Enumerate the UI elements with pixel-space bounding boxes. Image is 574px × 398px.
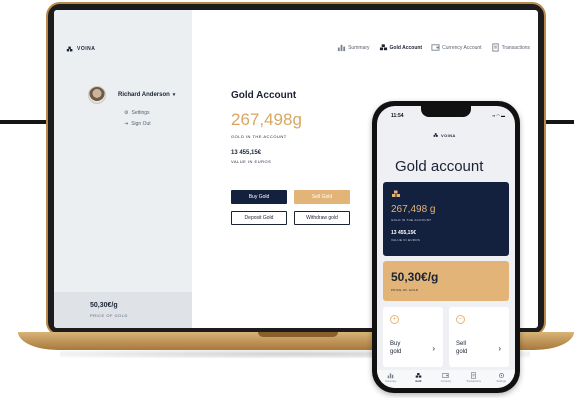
deposit-gold-button[interactable]: Deposit Gold [231, 211, 287, 225]
gold-price-value: 50,30€/g [90, 302, 118, 309]
minus-circle-icon: − [456, 315, 465, 324]
euro-value-label: VALUE IN EUROS [231, 159, 272, 164]
nav-summary-label: Summary [348, 44, 370, 51]
tab-currency-label: Currency [440, 380, 452, 383]
tab-summary[interactable]: Summary [380, 372, 402, 383]
gold-amount-label: GOLD IN THE ACCOUNT [231, 134, 287, 139]
phone-gold-price-value: 50,30€/g [391, 270, 439, 284]
tab-transactions-label: Transactions [466, 380, 481, 383]
nav-gold-account-label: Gold Account [389, 44, 423, 51]
sign-out-link[interactable]: ⇥ Sign Out [124, 121, 151, 127]
gold-price-label: PRICE OF GOLD [90, 313, 128, 318]
phone-gold-label: GOLD IN THE ACCOUNT [391, 218, 432, 222]
buy-gold-button[interactable]: Buy Gold [231, 190, 287, 204]
tab-settings[interactable]: Settings [490, 372, 512, 383]
settings-link[interactable]: ⚙ Settings [124, 110, 150, 116]
laptop-base-notch [258, 332, 338, 337]
status-icons: ▪▪ ◠ ▬ [492, 113, 505, 118]
bar-chart-icon [337, 44, 346, 52]
tab-settings-label: Settings [496, 380, 506, 383]
sidebar: VOINA Richard Anderson ▾ ⚙ Settings ⇥ Sig… [54, 10, 192, 328]
decorative-line-left [0, 120, 46, 124]
phone-frame: 11:54 ▪▪ ◠ ▬ VOINA Gold account 267,498 … [372, 101, 520, 393]
phone-euro-value: 13 455,15€ [391, 230, 417, 236]
brand-name: VOINA [77, 46, 96, 52]
tab-currency[interactable]: Currency [435, 372, 457, 383]
sell-gold-button[interactable]: Sell Gold [294, 190, 350, 204]
phone-euro-label: VALUE IN EUROS [391, 238, 421, 242]
tab-gold[interactable]: Gold [407, 372, 429, 383]
plus-circle-icon: + [390, 315, 399, 324]
gear-icon [498, 372, 504, 379]
sign-out-label: Sign Out [131, 121, 151, 127]
user-menu-toggle[interactable]: Richard Anderson ▾ [118, 92, 175, 98]
mockup-stage: VOINA Richard Anderson ▾ ⚙ Settings ⇥ Sig… [0, 0, 574, 398]
nav-transactions[interactable]: Transactions [491, 43, 530, 52]
tab-transactions[interactable]: Transactions [463, 372, 485, 383]
nav-summary[interactable]: Summary [337, 43, 370, 52]
phone-gold-amount: 267,498 g [391, 204, 436, 215]
tab-summary-label: Summary [385, 380, 397, 383]
bar-chart-icon [387, 373, 394, 379]
user-name: Richard Anderson [118, 92, 170, 98]
buy-gold-tile[interactable]: + Buy gold › [383, 307, 443, 367]
gold-price-card: 50,30€/g PRICE OF GOLD [383, 261, 509, 301]
nav-currency-account-label: Currency Account [442, 44, 482, 51]
page-title: Gold Account [231, 90, 297, 101]
brand-logo[interactable]: VOINA [66, 45, 95, 53]
nav-gold-account[interactable]: Gold Account [379, 43, 423, 52]
chevron-right-icon: › [432, 344, 435, 353]
phone-brand-name: VOINA [441, 132, 456, 138]
buy-gold-tile-label: Buy gold [390, 341, 402, 355]
gold-amount: 267,498g [231, 110, 302, 129]
top-nav: Summary Gold Account Currency Account Tr… [337, 43, 530, 52]
chevron-right-icon: › [498, 344, 501, 353]
euro-value: 13 455,15€ [231, 150, 262, 156]
sell-gold-tile-label: Sell gold [456, 341, 468, 355]
sign-out-icon: ⇥ [124, 121, 129, 127]
phone-notch [421, 106, 471, 117]
chevron-down-icon: ▾ [172, 92, 176, 98]
brand-mark-icon [66, 46, 73, 52]
withdraw-gold-button[interactable]: Withdraw gold [294, 211, 350, 225]
status-time: 11:54 [391, 113, 404, 119]
avatar[interactable] [88, 86, 106, 104]
brand-mark-icon [433, 133, 438, 137]
phone-brand-logo: VOINA [433, 132, 456, 138]
gear-icon: ⚙ [124, 110, 129, 116]
sell-gold-tile[interactable]: − Sell gold › [449, 307, 509, 367]
gold-balance-card: 267,498 g GOLD IN THE ACCOUNT 13 455,15€… [383, 182, 509, 256]
settings-label: Settings [131, 110, 150, 116]
phone-screen: 11:54 ▪▪ ◠ ▬ VOINA Gold account 267,498 … [377, 106, 515, 388]
gold-bars-icon [379, 44, 387, 51]
gold-bars-icon [392, 190, 400, 197]
wallet-icon [431, 44, 440, 51]
nav-transactions-label: Transactions [501, 44, 530, 51]
receipt-icon [491, 43, 499, 52]
phone-gold-price-label: PRICE OF GOLD [391, 288, 419, 292]
bottom-tab-bar: Summary Gold Currency Transactions Setti… [377, 370, 515, 388]
phone-page-title: Gold account [395, 158, 484, 175]
gold-bars-icon [415, 373, 422, 378]
receipt-icon [471, 372, 477, 379]
tab-gold-label: Gold [415, 380, 422, 383]
wallet-icon [442, 373, 450, 378]
gold-price-panel: 50,30€/g PRICE OF GOLD [54, 292, 192, 328]
nav-currency-account[interactable]: Currency Account [431, 43, 482, 52]
